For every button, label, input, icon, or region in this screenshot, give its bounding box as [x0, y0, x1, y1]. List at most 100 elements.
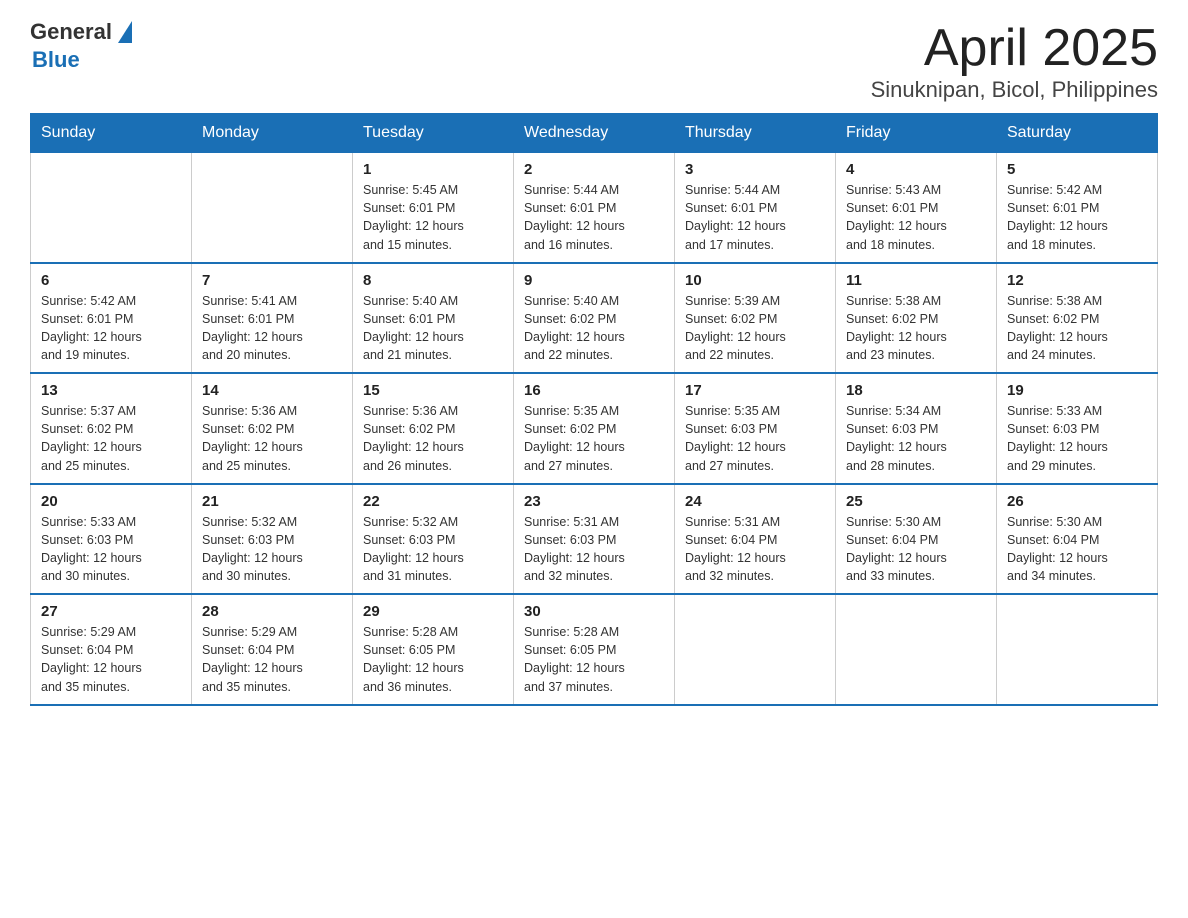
calendar-week-row: 27 Sunrise: 5:29 AM Sunset: 6:04 PM Dayli…: [31, 594, 1158, 705]
day-info: Sunrise: 5:38 AM Sunset: 6:02 PM Dayligh…: [1007, 292, 1147, 365]
day-number: 27: [41, 603, 181, 620]
day-number: 17: [685, 382, 825, 399]
day-info: Sunrise: 5:37 AM Sunset: 6:02 PM Dayligh…: [41, 402, 181, 475]
day-number: 23: [524, 493, 664, 510]
calendar-cell: 30 Sunrise: 5:28 AM Sunset: 6:05 PM Dayli…: [514, 594, 675, 705]
calendar-table: SundayMondayTuesdayWednesdayThursdayFrid…: [30, 113, 1158, 706]
day-info: Sunrise: 5:29 AM Sunset: 6:04 PM Dayligh…: [202, 623, 342, 696]
day-number: 4: [846, 161, 986, 178]
calendar-cell: 18Sunrise: 5:34 AM Sunset: 6:03 PM Dayli…: [836, 373, 997, 484]
day-number: 28: [202, 603, 342, 620]
day-number: 14: [202, 382, 342, 399]
day-info: Sunrise: 5:45 AM Sunset: 6:01 PM Dayligh…: [363, 181, 503, 254]
weekday-header-tuesday: Tuesday: [353, 114, 514, 153]
day-number: 30: [524, 603, 664, 620]
day-info: Sunrise: 5:28 AM Sunset: 6:05 PM Dayligh…: [363, 623, 503, 696]
page-subtitle: Sinuknipan, Bicol, Philippines: [871, 77, 1158, 103]
calendar-week-row: 1Sunrise: 5:45 AM Sunset: 6:01 PM Daylig…: [31, 153, 1158, 263]
day-info: Sunrise: 5:41 AM Sunset: 6:01 PM Dayligh…: [202, 292, 342, 365]
page-header: General Blue April 2025 Sinuknipan, Bico…: [30, 20, 1158, 103]
calendar-cell: 21Sunrise: 5:32 AM Sunset: 6:03 PM Dayli…: [192, 484, 353, 595]
calendar-cell: 8 Sunrise: 5:40 AM Sunset: 6:01 PM Daylig…: [353, 263, 514, 374]
day-info: Sunrise: 5:42 AM Sunset: 6:01 PM Dayligh…: [41, 292, 181, 365]
day-info: Sunrise: 5:32 AM Sunset: 6:03 PM Dayligh…: [202, 513, 342, 586]
calendar-cell: 12Sunrise: 5:38 AM Sunset: 6:02 PM Dayli…: [997, 263, 1158, 374]
calendar-week-row: 20Sunrise: 5:33 AM Sunset: 6:03 PM Dayli…: [31, 484, 1158, 595]
day-number: 20: [41, 493, 181, 510]
day-number: 11: [846, 272, 986, 289]
weekday-header-saturday: Saturday: [997, 114, 1158, 153]
calendar-cell: [675, 594, 836, 705]
day-number: 15: [363, 382, 503, 399]
logo-triangle-icon: [118, 21, 132, 43]
day-info: Sunrise: 5:30 AM Sunset: 6:04 PM Dayligh…: [846, 513, 986, 586]
day-number: 6: [41, 272, 181, 289]
day-info: Sunrise: 5:32 AM Sunset: 6:03 PM Dayligh…: [363, 513, 503, 586]
calendar-cell: 17 Sunrise: 5:35 AM Sunset: 6:03 PM Dayli…: [675, 373, 836, 484]
logo-blue-text: Blue: [32, 48, 190, 72]
day-info: Sunrise: 5:38 AM Sunset: 6:02 PM Dayligh…: [846, 292, 986, 365]
calendar-week-row: 13 Sunrise: 5:37 AM Sunset: 6:02 PM Dayli…: [31, 373, 1158, 484]
day-info: Sunrise: 5:43 AM Sunset: 6:01 PM Dayligh…: [846, 181, 986, 254]
day-number: 8: [363, 272, 503, 289]
day-info: Sunrise: 5:40 AM Sunset: 6:01 PM Dayligh…: [363, 292, 503, 365]
day-info: Sunrise: 5:35 AM Sunset: 6:02 PM Dayligh…: [524, 402, 664, 475]
calendar-cell: 29Sunrise: 5:28 AM Sunset: 6:05 PM Dayli…: [353, 594, 514, 705]
day-number: 19: [1007, 382, 1147, 399]
day-info: Sunrise: 5:31 AM Sunset: 6:03 PM Dayligh…: [524, 513, 664, 586]
day-number: 22: [363, 493, 503, 510]
day-info: Sunrise: 5:33 AM Sunset: 6:03 PM Dayligh…: [1007, 402, 1147, 475]
day-info: Sunrise: 5:42 AM Sunset: 6:01 PM Dayligh…: [1007, 181, 1147, 254]
calendar-cell: 27 Sunrise: 5:29 AM Sunset: 6:04 PM Dayli…: [31, 594, 192, 705]
calendar-cell: 24 Sunrise: 5:31 AM Sunset: 6:04 PM Dayli…: [675, 484, 836, 595]
day-info: Sunrise: 5:31 AM Sunset: 6:04 PM Dayligh…: [685, 513, 825, 586]
calendar-cell: 2 Sunrise: 5:44 AM Sunset: 6:01 PM Daylig…: [514, 153, 675, 263]
calendar-cell: [31, 153, 192, 263]
page-title: April 2025: [871, 20, 1158, 77]
calendar-cell: 15Sunrise: 5:36 AM Sunset: 6:02 PM Dayli…: [353, 373, 514, 484]
day-info: Sunrise: 5:28 AM Sunset: 6:05 PM Dayligh…: [524, 623, 664, 696]
day-number: 26: [1007, 493, 1147, 510]
day-number: 9: [524, 272, 664, 289]
day-info: Sunrise: 5:35 AM Sunset: 6:03 PM Dayligh…: [685, 402, 825, 475]
calendar-cell: 22 Sunrise: 5:32 AM Sunset: 6:03 PM Dayli…: [353, 484, 514, 595]
calendar-cell: 11 Sunrise: 5:38 AM Sunset: 6:02 PM Dayli…: [836, 263, 997, 374]
day-number: 2: [524, 161, 664, 178]
day-number: 25: [846, 493, 986, 510]
day-info: Sunrise: 5:36 AM Sunset: 6:02 PM Dayligh…: [202, 402, 342, 475]
calendar-cell: 10 Sunrise: 5:39 AM Sunset: 6:02 PM Dayli…: [675, 263, 836, 374]
logo: General Blue: [30, 20, 190, 72]
calendar-cell: 13 Sunrise: 5:37 AM Sunset: 6:02 PM Dayli…: [31, 373, 192, 484]
calendar-cell: 19 Sunrise: 5:33 AM Sunset: 6:03 PM Dayli…: [997, 373, 1158, 484]
day-number: 3: [685, 161, 825, 178]
calendar-cell: 26Sunrise: 5:30 AM Sunset: 6:04 PM Dayli…: [997, 484, 1158, 595]
calendar-cell: 25 Sunrise: 5:30 AM Sunset: 6:04 PM Dayli…: [836, 484, 997, 595]
calendar-cell: 4 Sunrise: 5:43 AM Sunset: 6:01 PM Daylig…: [836, 153, 997, 263]
day-info: Sunrise: 5:39 AM Sunset: 6:02 PM Dayligh…: [685, 292, 825, 365]
weekday-header-sunday: Sunday: [31, 114, 192, 153]
day-number: 13: [41, 382, 181, 399]
calendar-cell: [836, 594, 997, 705]
calendar-cell: 23 Sunrise: 5:31 AM Sunset: 6:03 PM Dayli…: [514, 484, 675, 595]
calendar-week-row: 6 Sunrise: 5:42 AM Sunset: 6:01 PM Daylig…: [31, 263, 1158, 374]
day-info: Sunrise: 5:44 AM Sunset: 6:01 PM Dayligh…: [685, 181, 825, 254]
calendar-cell: [192, 153, 353, 263]
day-number: 16: [524, 382, 664, 399]
weekday-header-thursday: Thursday: [675, 114, 836, 153]
day-number: 5: [1007, 161, 1147, 178]
calendar-cell: 1Sunrise: 5:45 AM Sunset: 6:01 PM Daylig…: [353, 153, 514, 263]
calendar-cell: 3 Sunrise: 5:44 AM Sunset: 6:01 PM Daylig…: [675, 153, 836, 263]
calendar-cell: 20Sunrise: 5:33 AM Sunset: 6:03 PM Dayli…: [31, 484, 192, 595]
weekday-header-row: SundayMondayTuesdayWednesdayThursdayFrid…: [31, 114, 1158, 153]
day-info: Sunrise: 5:40 AM Sunset: 6:02 PM Dayligh…: [524, 292, 664, 365]
day-number: 7: [202, 272, 342, 289]
day-number: 24: [685, 493, 825, 510]
weekday-header-wednesday: Wednesday: [514, 114, 675, 153]
day-info: Sunrise: 5:29 AM Sunset: 6:04 PM Dayligh…: [41, 623, 181, 696]
calendar-cell: [997, 594, 1158, 705]
logo-general-text: General: [30, 20, 112, 44]
calendar-cell: 16 Sunrise: 5:35 AM Sunset: 6:02 PM Dayli…: [514, 373, 675, 484]
day-number: 10: [685, 272, 825, 289]
day-info: Sunrise: 5:44 AM Sunset: 6:01 PM Dayligh…: [524, 181, 664, 254]
day-number: 18: [846, 382, 986, 399]
